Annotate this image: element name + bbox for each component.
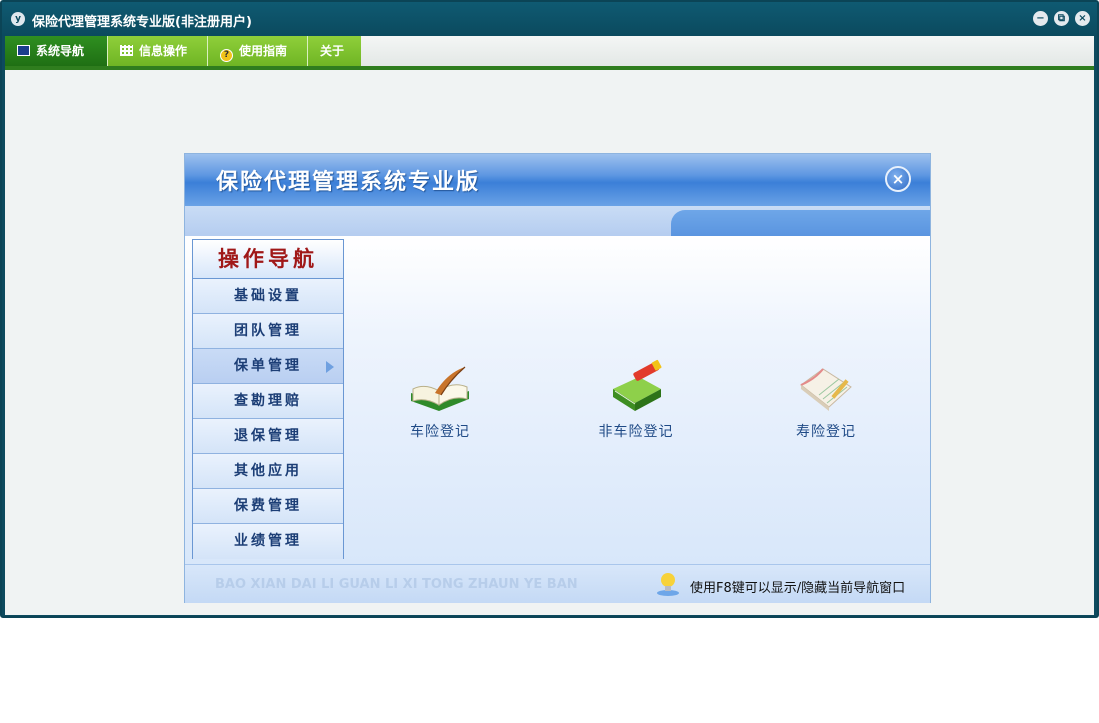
- tab-label: 使用指南: [239, 44, 288, 58]
- footer-tip: 使用F8键可以显示/隐藏当前导航窗口: [690, 581, 906, 596]
- minimize-button[interactable]: −: [1033, 11, 1048, 26]
- sidebar-item-label: 保单管理: [234, 358, 302, 374]
- footer-pinyin: BAO XIAN DAI LI GUAN LI XI TONG ZHAUN YE…: [215, 577, 578, 592]
- feature-label: 车险登记: [410, 424, 470, 440]
- tab-about[interactable]: 关于: [307, 36, 361, 66]
- tab-system-navigation[interactable]: 系统导航: [5, 36, 107, 66]
- sidebar-item-surrender-management[interactable]: 退保管理: [193, 419, 343, 454]
- chevron-right-icon: [326, 361, 334, 373]
- panel-header-strip: [185, 206, 930, 236]
- feature-auto-insurance-registration[interactable]: 车险登记: [375, 359, 505, 441]
- app-logo-icon: y: [11, 12, 25, 26]
- panel-close-button[interactable]: ×: [885, 166, 911, 192]
- close-window-button[interactable]: ×: [1075, 11, 1090, 26]
- sidebar-item-premium-management[interactable]: 保费管理: [193, 489, 343, 524]
- sidebar-item-performance-management[interactable]: 业绩管理: [193, 524, 343, 559]
- notebook-pencil-icon: [800, 368, 852, 411]
- header-decoration: [671, 210, 930, 236]
- panel-header: 保险代理管理系统专业版 ×: [185, 154, 930, 206]
- tab-user-guide[interactable]: ? 使用指南: [207, 36, 307, 66]
- menu-bar: 系统导航 信息操作 ? 使用指南 关于: [5, 36, 1094, 70]
- operation-sidebar: 操作导航 基础设置 团队管理 保单管理 查勘理赔 退保管理 其他应用 保费管理 …: [192, 239, 344, 559]
- title-bar[interactable]: y 保险代理管理系统专业版(非注册用户) − ⧉ ×: [2, 2, 1097, 36]
- panel-title: 保险代理管理系统专业版: [216, 170, 481, 195]
- panel-footer: BAO XIAN DAI LI GUAN LI XI TONG ZHAUN YE…: [185, 564, 930, 603]
- feature-life-insurance-registration[interactable]: 寿险登记: [761, 359, 891, 441]
- sidebar-heading: 操作导航: [193, 240, 343, 279]
- window-title: 保险代理管理系统专业版(非注册用户): [32, 15, 252, 30]
- tab-information-operations[interactable]: 信息操作: [107, 36, 207, 66]
- green-book-pencil-icon: [613, 359, 662, 411]
- grid-icon: [120, 45, 133, 56]
- tab-label: 关于: [320, 44, 345, 58]
- sidebar-item-policy-management[interactable]: 保单管理: [193, 349, 343, 384]
- tab-label: 系统导航: [36, 44, 85, 58]
- help-icon: ?: [220, 49, 233, 62]
- lightbulb-icon: [657, 573, 679, 596]
- feature-label: 非车险登记: [598, 424, 674, 440]
- restore-button[interactable]: ⧉: [1054, 11, 1069, 26]
- tab-label: 信息操作: [139, 44, 188, 58]
- open-book-quill-icon: [411, 366, 469, 411]
- sidebar-item-team-management[interactable]: 团队管理: [193, 314, 343, 349]
- sidebar-item-claims-survey[interactable]: 查勘理赔: [193, 384, 343, 419]
- navigation-panel: 保险代理管理系统专业版 × 操作导航 基础设置 团队管理 保单管理 查勘理赔 退…: [184, 153, 931, 603]
- sidebar-item-basic-settings[interactable]: 基础设置: [193, 279, 343, 314]
- feature-label: 寿险登记: [796, 424, 856, 440]
- feature-non-auto-insurance-registration[interactable]: 非车险登记: [571, 359, 701, 441]
- monitor-icon: [17, 45, 30, 56]
- sidebar-item-other-apps[interactable]: 其他应用: [193, 454, 343, 489]
